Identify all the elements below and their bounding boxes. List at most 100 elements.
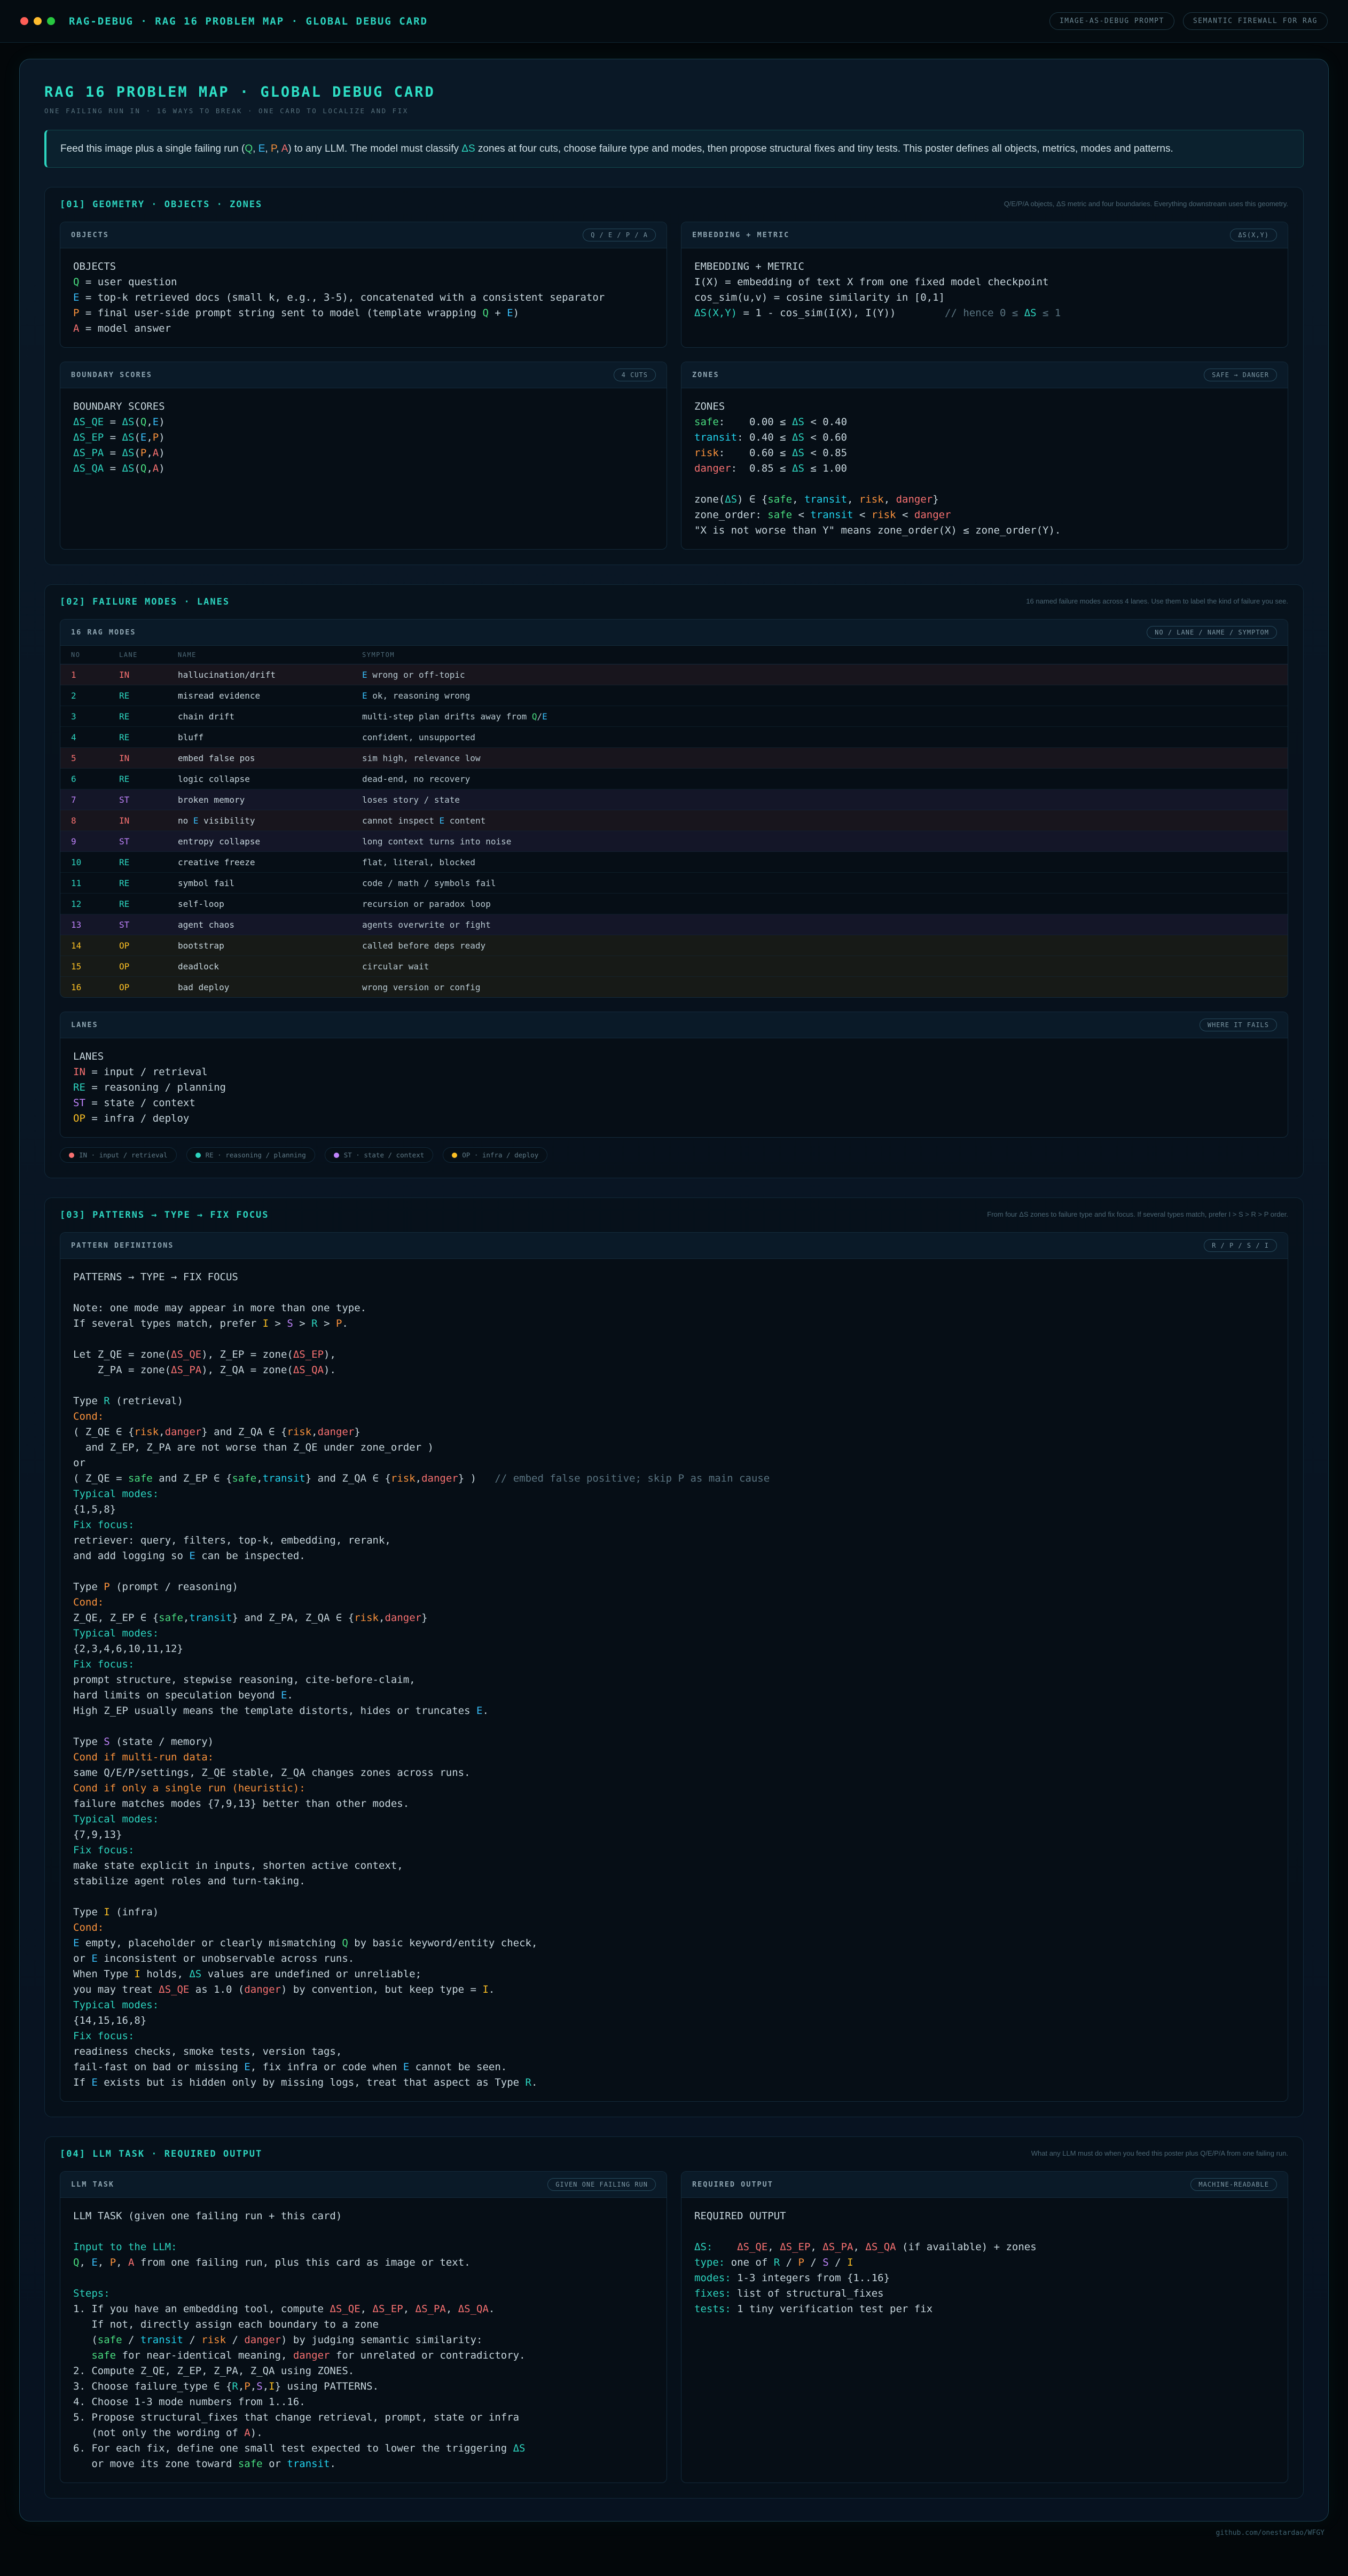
panel-badge: SAFE → DANGER: [1204, 369, 1277, 381]
panel-objects: OBJECTS Q / E / P / A OBJECTSQ = user qu…: [60, 222, 667, 348]
table-cell: circular wait: [362, 961, 1277, 972]
section-geometry: [01] GEOMETRY · OBJECTS · ZONES Q/E/P/A …: [44, 187, 1304, 565]
panel-llm-task: LLM TASK GIVEN ONE FAILING RUN LLM TASK …: [60, 2171, 667, 2483]
panel-embedding-metric: EMBEDDING + METRIC ΔS(X,Y) EMBEDDING + M…: [681, 222, 1288, 348]
table-row: 5INembed false possim high, relevance lo…: [60, 748, 1288, 769]
text-line: Cond:: [73, 1595, 1275, 1610]
table-cell: misread evidence: [178, 691, 362, 701]
section-note: Q/E/P/A objects, ΔS metric and four boun…: [1004, 199, 1288, 209]
modes-table: 1INhallucination/driftE wrong or off-top…: [60, 664, 1288, 997]
table-row: 2REmisread evidenceE ok, reasoning wrong: [60, 685, 1288, 706]
titlebar-badge-semantic-firewall: SEMANTIC FIREWALL FOR RAG: [1183, 12, 1328, 30]
section-label: [03] PATTERNS → TYPE → FIX FOCUS: [60, 1210, 269, 1220]
intro-text: Feed this image plus a single failing ru…: [44, 130, 1304, 168]
table-cell: bad deploy: [178, 982, 362, 992]
window-minimize-icon[interactable]: [34, 17, 42, 25]
table-cell: long context turns into noise: [362, 836, 1277, 847]
debug-card: RAG 16 PROBLEM MAP · GLOBAL DEBUG CARD O…: [19, 59, 1329, 2522]
text-line: Typical modes:: [73, 1998, 1275, 2013]
text-line: Cond if only a single run (heuristic):: [73, 1781, 1275, 1796]
text-line: fail-fast on bad or missing E, fix infra…: [73, 2060, 1275, 2075]
table-cell: ST: [119, 836, 178, 847]
panel-badge: NO / LANE / NAME / SYMPTOM: [1147, 626, 1277, 639]
table-row: 9STentropy collapselong context turns in…: [60, 831, 1288, 852]
window-controls: [20, 17, 55, 25]
table-cell: embed false pos: [178, 753, 362, 763]
text-line: "X is not worse than Y" means zone_order…: [694, 523, 1275, 538]
panel-badge: WHERE IT FAILS: [1200, 1019, 1277, 1031]
table-cell: called before deps ready: [362, 941, 1277, 951]
section-note: What any LLM must do when you feed this …: [1031, 2149, 1288, 2158]
legend-item: ST · state / context: [325, 1147, 434, 1163]
table-cell: 10: [71, 857, 119, 867]
text-line: REQUIRED OUTPUT: [694, 2209, 1275, 2224]
text-line: {2,3,4,6,10,11,12}: [73, 1641, 1275, 1657]
table-cell: RE: [119, 899, 178, 909]
footer-link[interactable]: github.com/onestardao/WFGY: [1216, 2529, 1325, 2537]
column-header: NO: [71, 651, 119, 659]
text-line: Note: one mode may appear in more than o…: [73, 1301, 1275, 1316]
table-cell: 6: [71, 774, 119, 784]
text-line: make state explicit in inputs, shorten a…: [73, 1858, 1275, 1874]
table-cell: recursion or paradox loop: [362, 899, 1277, 909]
table-cell: agents overwrite or fight: [362, 920, 1277, 930]
text-line: High Z_EP usually means the template dis…: [73, 1703, 1275, 1719]
panel-title: LANES: [71, 1021, 98, 1029]
text-line: failure matches modes {7,9,13} better th…: [73, 1796, 1275, 1812]
window-titlebar: RAG-DEBUG · RAG 16 PROBLEM MAP · GLOBAL …: [0, 0, 1348, 43]
text-line: or: [73, 1455, 1275, 1471]
text-line: safe for near-identical meaning, danger …: [73, 2348, 654, 2363]
table-cell: multi-step plan drifts away from Q/E: [362, 711, 1277, 722]
panel-badge: MACHINE-READABLE: [1190, 2178, 1277, 2191]
table-row: 7STbroken memoryloses story / state: [60, 789, 1288, 810]
table-cell: RE: [119, 732, 178, 742]
text-line: fixes: list of structural_fixes: [694, 2286, 1275, 2301]
window-title: RAG-DEBUG · RAG 16 PROBLEM MAP · GLOBAL …: [69, 15, 428, 27]
legend-label: OP · infra / deploy: [462, 1151, 538, 1159]
text-line: ΔS: ΔS_QE, ΔS_EP, ΔS_PA, ΔS_QA (if avail…: [694, 2240, 1275, 2255]
llm-task-text: LLM TASK (given one failing run + this c…: [60, 2198, 667, 2483]
text-line: Fix focus:: [73, 1657, 1275, 1672]
text-line: ZONES: [694, 399, 1275, 414]
text-line: [73, 2224, 654, 2240]
table-cell: OP: [119, 941, 178, 951]
text-line: same Q/E/P/settings, Z_QE stable, Z_QA c…: [73, 1765, 1275, 1781]
column-header: SYMPTOM: [362, 651, 1277, 659]
titlebar-badge-image-as-debug-prompt: IMAGE-AS-DEBUG PROMPT: [1049, 12, 1174, 30]
table-cell: OP: [119, 961, 178, 972]
table-cell: 15: [71, 961, 119, 972]
table-cell: RE: [119, 857, 178, 867]
section-note: From four ΔS zones to failure type and f…: [987, 1210, 1288, 1219]
panel-title: ZONES: [692, 371, 719, 379]
table-row: 6RElogic collapsedead-end, no recovery: [60, 769, 1288, 789]
text-line: Fix focus:: [73, 1843, 1275, 1858]
text-line: Q = user question: [73, 275, 654, 290]
section-label: [01] GEOMETRY · OBJECTS · ZONES: [60, 199, 262, 210]
metric-definitions: EMBEDDING + METRICI(X) = embedding of te…: [681, 248, 1288, 347]
lane-dot-icon: [452, 1153, 457, 1158]
text-line: Let Z_QE = zone(ΔS_QE), Z_EP = zone(ΔS_E…: [73, 1347, 1275, 1363]
table-cell: ST: [119, 920, 178, 930]
table-cell: confident, unsupported: [362, 732, 1277, 742]
text-line: E empty, placeholder or clearly mismatch…: [73, 1936, 1275, 1951]
table-row: 11REsymbol failcode / math / symbols fai…: [60, 873, 1288, 894]
text-line: 3. Choose failure_type ∈ {R,P,S,I} using…: [73, 2379, 654, 2394]
table-cell: entropy collapse: [178, 836, 362, 847]
table-cell: 14: [71, 941, 119, 951]
panel-title: OBJECTS: [71, 231, 109, 239]
boundary-definitions: BOUNDARY SCORESΔS_QE = ΔS(Q,E)ΔS_EP = ΔS…: [60, 388, 667, 549]
text-line: and add logging so E can be inspected.: [73, 1548, 1275, 1564]
text-line: ( Z_QE ∈ {risk,danger} and Z_QA ∈ {risk,…: [73, 1424, 1275, 1440]
text-line: [73, 1332, 1275, 1347]
table-cell: 8: [71, 816, 119, 826]
text-line: IN = input / retrieval: [73, 1064, 1275, 1080]
section-note: 16 named failure modes across 4 lanes. U…: [1026, 597, 1288, 606]
window-close-icon[interactable]: [20, 17, 28, 25]
text-line: Type I (infra): [73, 1905, 1275, 1920]
table-cell: flat, literal, blocked: [362, 857, 1277, 867]
table-cell: deadlock: [178, 961, 362, 972]
pattern-definitions-text: PATTERNS → TYPE → FIX FOCUS Note: one mo…: [60, 1259, 1288, 2101]
window-maximize-icon[interactable]: [47, 17, 55, 25]
text-line: E = top-k retrieved docs (small k, e.g.,…: [73, 290, 654, 306]
panel-boundary-scores: BOUNDARY SCORES 4 CUTS BOUNDARY SCORESΔS…: [60, 362, 667, 550]
